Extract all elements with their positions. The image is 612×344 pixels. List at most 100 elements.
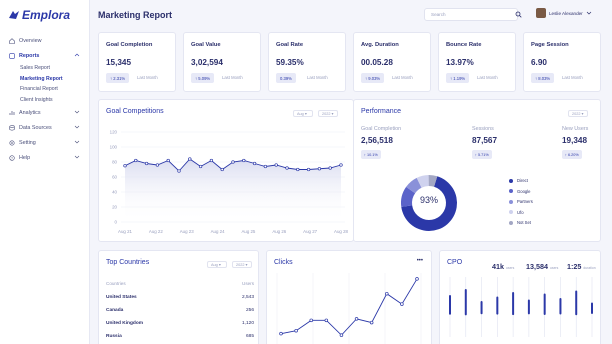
cpo-stat-unit: duration xyxy=(583,266,596,270)
svg-text:?: ? xyxy=(11,156,13,160)
table-row[interactable]: United Kingdom 1,120 xyxy=(106,321,254,326)
sidebar-item-label: Overview xyxy=(19,37,42,44)
search-button[interactable] xyxy=(512,8,525,21)
kpi-note: Last Month xyxy=(307,75,328,80)
country-users: 2,543 xyxy=(241,295,254,300)
kpi-note: Last Month xyxy=(222,75,243,80)
x-tick-label: Aug 28 xyxy=(334,229,348,234)
kpi-card-avg-duration: Avg. Duration 00.05.28 ↑ 9.03% Last Mont… xyxy=(353,32,431,92)
table-row[interactable]: United States 2,543 xyxy=(106,295,254,300)
top-countries-card: Top Countries Aug ▾ 2022 ▾ Countries Use… xyxy=(98,250,259,344)
country-name: Russia xyxy=(106,334,122,339)
kpi-card-bounce-rate: Bounce Rate 13.97% ↑ 1.19% Last Month xyxy=(438,32,516,92)
data-point xyxy=(294,328,298,333)
kpi-title: Avg. Duration xyxy=(361,42,399,48)
analytics-icon xyxy=(9,110,15,115)
data-point xyxy=(309,318,313,323)
bar xyxy=(464,289,467,316)
data-point xyxy=(274,163,278,167)
user-name: Leslie Alexander xyxy=(549,10,583,16)
table-row[interactable]: Russia 685 xyxy=(106,334,254,339)
y-tick-label: 120 xyxy=(110,130,118,135)
section-title: Goal Competitions xyxy=(106,108,164,115)
year-select[interactable]: 2022 ▾ xyxy=(318,110,338,117)
data-point xyxy=(134,158,138,163)
clicks-card: Clicks ••• xyxy=(266,250,432,344)
legend-label: Partners xyxy=(517,199,533,204)
table-row[interactable]: Canada 256 xyxy=(106,308,254,313)
data-point xyxy=(155,163,160,167)
chevron-up-icon xyxy=(74,53,80,57)
cpo-stat: 41k users xyxy=(492,262,514,271)
search-icon xyxy=(515,11,522,18)
x-tick-label: Aug 21 xyxy=(118,229,132,234)
month-select[interactable]: Aug ▾ xyxy=(207,261,227,268)
legend-swatch xyxy=(509,189,513,193)
country-users: 1,120 xyxy=(241,321,254,326)
cpo-chart xyxy=(449,277,593,337)
x-tick-label: Aug 27 xyxy=(303,229,317,234)
cpo-stat: 13,584 users xyxy=(526,262,558,271)
kpi-title: Page Session xyxy=(531,42,569,48)
sidebar-item-setting[interactable]: Setting xyxy=(0,135,90,150)
more-options-icon[interactable]: ••• xyxy=(417,258,423,264)
country-name: United States xyxy=(106,295,137,300)
kpi-card-goal-rate: Goal Rate 59.35% 0.39% Last Month xyxy=(268,32,346,92)
year-select[interactable]: 2022 ▾ xyxy=(232,261,252,268)
cpo-stat-value: 41k xyxy=(492,262,504,271)
data-point xyxy=(285,166,289,170)
kpi-change-badge: ↑ 8.03% xyxy=(531,73,555,83)
kpi-note: Last Month xyxy=(392,75,413,80)
bar xyxy=(496,296,499,315)
sidebar-item-analytics[interactable]: Analytics xyxy=(0,105,90,120)
kpi-change: 1.19% xyxy=(453,75,466,81)
gear-icon xyxy=(9,139,15,146)
reports-icon xyxy=(9,52,15,59)
kpi-note: Last Month xyxy=(562,75,583,80)
kpi-note: Last Month xyxy=(477,75,498,80)
data-point xyxy=(369,320,374,325)
data-point xyxy=(231,160,235,164)
y-tick-label: 60 xyxy=(112,175,117,180)
data-point xyxy=(328,166,332,170)
sidebar-item-reports[interactable]: Reports xyxy=(0,48,90,63)
chevron-down-icon xyxy=(586,11,591,15)
cpo-card: CPO 41k users 13,584 users 1:25 duration xyxy=(439,250,601,344)
search-input[interactable]: Search xyxy=(424,8,518,21)
month-select[interactable]: Aug ▾ xyxy=(293,110,313,117)
help-icon: ? xyxy=(9,154,15,161)
section-title: CPO xyxy=(447,259,463,266)
app-logo[interactable]: Emplora xyxy=(8,8,70,22)
perf-stat-badge: ↑ 5.71% xyxy=(472,150,492,159)
select-value: 2022 xyxy=(236,262,245,267)
legend-label: Direct xyxy=(517,178,528,183)
cpo-stat: 1:25 duration xyxy=(567,262,596,271)
perf-stat-badge: ↑ 6.20% xyxy=(562,150,582,159)
kpi-note: Last Month xyxy=(137,75,158,80)
kpi-value: 00.05.28 xyxy=(361,58,393,67)
performance-card: Performance 2022 ▾ Goal Completion 2,56,… xyxy=(353,99,601,242)
sidebar-subitem-client-insights[interactable]: Client Insights xyxy=(0,95,90,106)
sidebar-subitem-marketing-report[interactable]: Marketing Report xyxy=(0,74,90,85)
bar xyxy=(449,295,451,315)
sidebar-item-label: Data Sources xyxy=(19,124,52,131)
data-point xyxy=(242,158,246,163)
sidebar-subitem-sales-report[interactable]: Sales Report xyxy=(0,63,90,74)
data-point xyxy=(306,167,311,172)
kpi-change: 2.31% xyxy=(113,75,126,81)
user-menu[interactable]: Leslie Alexander xyxy=(536,8,592,18)
cpo-stat-unit: users xyxy=(506,266,515,270)
country-users: 685 xyxy=(245,334,254,339)
sidebar-subitem-financial-report[interactable]: Financial Report xyxy=(0,84,90,95)
y-tick-label: 40 xyxy=(112,190,117,195)
avatar xyxy=(536,8,546,18)
sidebar-item-overview[interactable]: Overview xyxy=(0,33,90,48)
kpi-value: 59.35% xyxy=(276,58,304,67)
sidebar-item-help[interactable]: ? Help xyxy=(0,150,90,165)
perf-stat-change: 5.71% xyxy=(477,152,489,157)
y-tick-label: 80 xyxy=(112,160,117,165)
year-select[interactable]: 2022 ▾ xyxy=(568,110,588,117)
country-name: United Kingdom xyxy=(106,321,144,326)
sidebar-item-data-sources[interactable]: Data Sources xyxy=(0,120,90,135)
chevron-down-icon: ▾ xyxy=(330,112,334,116)
